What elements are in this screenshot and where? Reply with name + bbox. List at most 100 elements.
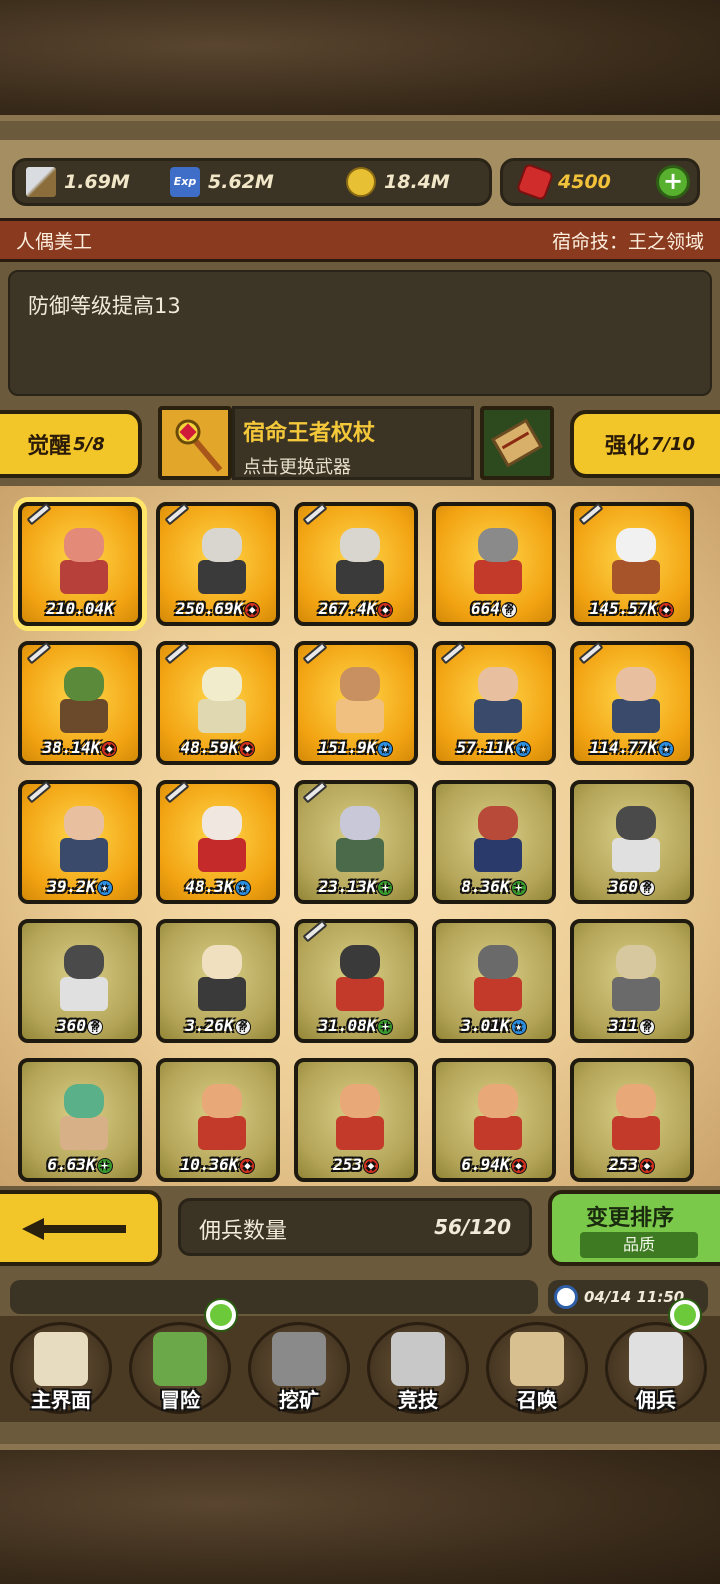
- back-button[interactable]: [0, 1190, 162, 1266]
- hero-power-text: 145.57K: [589, 599, 658, 618]
- clock-value: 04/14 11:50: [584, 1288, 685, 1306]
- hero-body: [336, 560, 384, 594]
- hero-power-text: 31.08K: [318, 1016, 377, 1035]
- hero-power-value: 10.36K ◆: [164, 1155, 272, 1174]
- add-ruby-button[interactable]: +: [656, 165, 690, 199]
- hero-body: [60, 838, 108, 872]
- hero-power-value: 39.2K ★: [26, 877, 134, 896]
- nav-item-1[interactable]: 冒险: [123, 1318, 237, 1418]
- hero-card[interactable]: 6.63K +: [18, 1058, 142, 1182]
- notification-dot: [206, 1300, 236, 1330]
- hero-card[interactable]: 3.26K?: [156, 919, 280, 1043]
- hero-power-value: 250.69K ◆: [164, 599, 272, 618]
- hero-body: [336, 838, 384, 872]
- hero-head: [478, 806, 518, 840]
- awaken-value: 5/8: [73, 433, 105, 455]
- hero-head: [616, 945, 656, 979]
- back-arrow-icon: [22, 1218, 126, 1240]
- hero-power-text: 267.4K: [318, 599, 377, 618]
- nav-label: 主界面: [31, 1388, 91, 1412]
- hero-power-value: 145.57K ◆: [578, 599, 686, 618]
- hero-card[interactable]: 360?: [570, 780, 694, 904]
- hero-card[interactable]: 57.11K ★: [432, 641, 556, 765]
- hero-head: [340, 667, 380, 701]
- hero-card[interactable]: 114.77K ★: [570, 641, 694, 765]
- weapon-equipped-icon: [164, 641, 190, 665]
- hero-card[interactable]: 145.57K ◆: [570, 502, 694, 626]
- hero-card[interactable]: 39.2K ★: [18, 780, 142, 904]
- hero-card[interactable]: 48.59K ◆: [156, 641, 280, 765]
- hero-portrait: [332, 1084, 388, 1150]
- hero-power-value: 210.04K: [26, 599, 134, 618]
- hero-card[interactable]: 360?: [18, 919, 142, 1043]
- nav-item-2[interactable]: 挖矿: [242, 1318, 356, 1418]
- map-background-bottom: [0, 1450, 720, 1584]
- coin-icon: [346, 167, 376, 197]
- hero-body: [336, 699, 384, 733]
- awaken-button[interactable]: 觉醒 5/8: [0, 410, 142, 478]
- hero-head: [64, 1084, 104, 1118]
- hero-card[interactable]: 48.3K ★: [156, 780, 280, 904]
- hero-card[interactable]: 3.01K ★: [432, 919, 556, 1043]
- hero-card[interactable]: 6.94K ◆: [432, 1058, 556, 1182]
- weapon-equipped-icon: [578, 502, 604, 526]
- hero-head: [64, 945, 104, 979]
- hero-power-text: 253: [609, 1155, 638, 1174]
- hero-power-text: 114.77K: [589, 738, 658, 757]
- hero-head: [64, 667, 104, 701]
- hero-head: [478, 1084, 518, 1118]
- hero-card[interactable]: 250.69K ◆: [156, 502, 280, 626]
- hero-head: [64, 806, 104, 840]
- mercenary-count-box: 佣兵数量 56/120: [178, 1198, 532, 1256]
- hero-body: [474, 699, 522, 733]
- hero-body: [474, 977, 522, 1011]
- hero-power-value: 360?: [26, 1016, 134, 1035]
- nav-item-3[interactable]: 竞技: [361, 1318, 475, 1418]
- white-grade-badge-icon: ?: [638, 1019, 655, 1035]
- weapon-info[interactable]: 宿命王者权杖 点击更换武器: [232, 406, 474, 480]
- hero-card[interactable]: 31.08K +: [294, 919, 418, 1043]
- weapon-equipped-icon: [440, 641, 466, 665]
- red-grade-badge-icon: ◆: [658, 602, 675, 618]
- hero-card[interactable]: 311?: [570, 919, 694, 1043]
- blue-grade-badge-icon: ★: [377, 741, 394, 757]
- hero-power-value: 253 ◆: [302, 1155, 410, 1174]
- red-grade-badge-icon: ◆: [362, 1158, 379, 1174]
- hero-head: [340, 945, 380, 979]
- hero-power-value: 664?: [440, 599, 548, 618]
- gold-resource: 18.4M: [346, 167, 450, 197]
- nav-label: 佣兵: [636, 1388, 676, 1412]
- weapon-equipped-icon: [164, 780, 190, 804]
- island-icon: [153, 1332, 207, 1386]
- hero-power-text: 10.36K: [180, 1155, 239, 1174]
- hero-card[interactable]: 8.36K +: [432, 780, 556, 904]
- weapon-equipped-icon: [302, 919, 328, 943]
- hero-portrait: [332, 528, 388, 594]
- scroll-icon: [490, 418, 544, 468]
- nav-item-4[interactable]: 召唤: [480, 1318, 594, 1418]
- destiny-description: 防御等级提高13: [28, 294, 181, 318]
- hero-head: [340, 806, 380, 840]
- hero-card[interactable]: 151.9K ★: [294, 641, 418, 765]
- hero-card[interactable]: 267.4K ◆: [294, 502, 418, 626]
- hero-card[interactable]: 23.13K +: [294, 780, 418, 904]
- hero-card[interactable]: 210.04K: [18, 502, 142, 626]
- nav-item-5[interactable]: 佣兵: [599, 1318, 713, 1418]
- weapon-equipped-icon: [164, 502, 190, 526]
- hero-card[interactable]: 38.14K ◆: [18, 641, 142, 765]
- hero-power-value: 3.26K?: [164, 1016, 272, 1035]
- hero-card[interactable]: 664?: [432, 502, 556, 626]
- pickaxe-icon: [272, 1332, 326, 1386]
- hero-card[interactable]: 253 ◆: [570, 1058, 694, 1182]
- enhance-button[interactable]: 强化 7/10: [570, 410, 720, 478]
- sort-button[interactable]: 变更排序 品质: [548, 1190, 720, 1266]
- skill-scroll-slot[interactable]: [480, 406, 554, 480]
- hero-card[interactable]: 253 ◆: [294, 1058, 418, 1182]
- hero-power-text: 48.59K: [180, 738, 239, 757]
- weapon-equipped-icon: [302, 502, 328, 526]
- nav-item-0[interactable]: 主界面: [4, 1318, 118, 1418]
- hero-card[interactable]: 10.36K ◆: [156, 1058, 280, 1182]
- weapon-slot[interactable]: [158, 406, 232, 480]
- exp-icon: Exp: [170, 167, 200, 197]
- hero-portrait: [194, 667, 250, 733]
